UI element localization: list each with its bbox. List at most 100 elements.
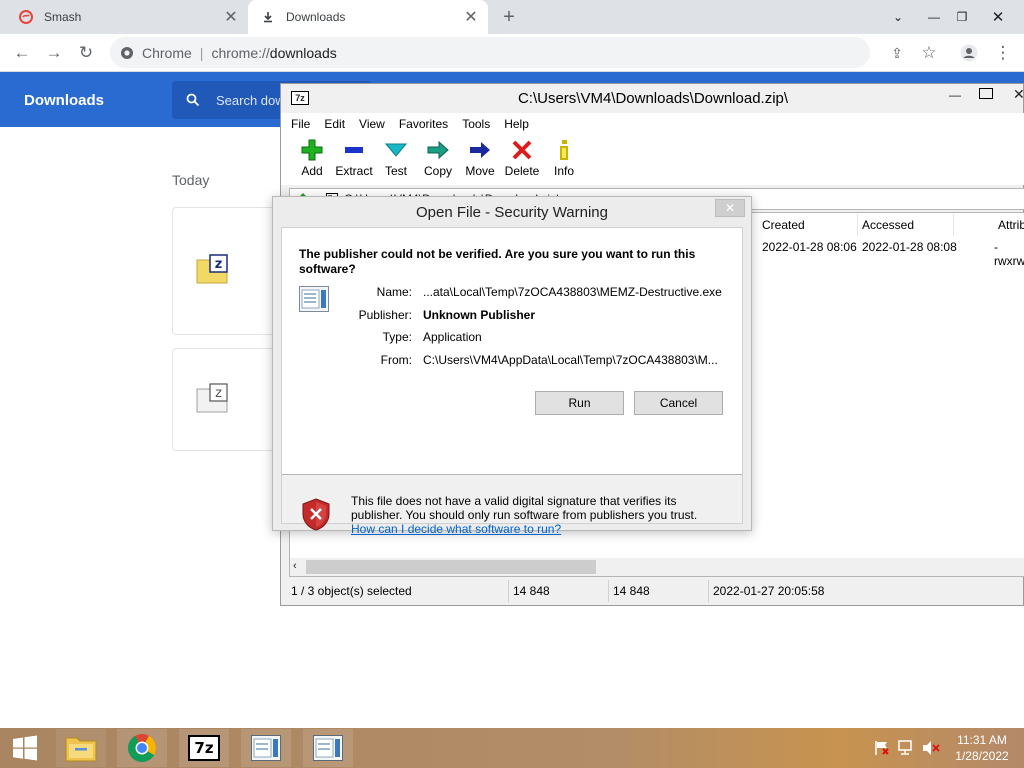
tab-strip: Smash ✕ Downloads ✕ + ⌄ — ❐ ✕	[0, 0, 1024, 34]
page-title: Downloads	[24, 92, 105, 109]
delete-icon	[510, 139, 534, 161]
volume-muted-icon[interactable]	[922, 740, 940, 756]
type-label: Type:	[382, 330, 412, 344]
scroll-left-icon[interactable]: ‹	[293, 560, 297, 572]
menu-edit[interactable]: Edit	[324, 117, 345, 131]
menu-tools[interactable]: Tools	[462, 117, 490, 131]
test-icon	[384, 139, 408, 161]
share-icon[interactable]: ⇪	[884, 40, 910, 66]
restore-button[interactable]: ❐	[946, 0, 978, 34]
back-icon[interactable]: ←	[9, 40, 35, 66]
delete-button[interactable]: Delete	[501, 135, 543, 185]
clock-date: 1/28/2022	[955, 749, 1009, 763]
help-link[interactable]: How can I decide what software to run?	[351, 522, 561, 536]
copy-icon	[426, 139, 450, 161]
date-section-label: Today	[172, 172, 210, 188]
menu-help[interactable]: Help	[504, 117, 529, 131]
tab-search-icon[interactable]: ⌄	[882, 0, 914, 34]
file-icon: z	[196, 383, 230, 413]
status-bar: 1 / 3 object(s) selected 14 848 14 848 2…	[281, 580, 1024, 602]
add-icon	[300, 139, 324, 161]
delete-label: Delete	[504, 164, 540, 178]
info-icon	[552, 139, 576, 161]
name-value: ...ata\Local\Temp\7zOCA438803\MEMZ-Destr…	[423, 285, 722, 299]
start-button[interactable]	[0, 729, 50, 767]
test-button[interactable]: Test	[375, 135, 417, 185]
exe-window-icon[interactable]	[303, 729, 353, 767]
profile-avatar-icon[interactable]	[956, 40, 982, 66]
test-label: Test	[384, 164, 407, 178]
close-button[interactable]: ✕	[1013, 86, 1024, 103]
search-icon	[186, 93, 200, 107]
address-bar[interactable]: Chrome | chrome://downloads	[110, 37, 870, 68]
close-window-button[interactable]: ✕	[982, 0, 1014, 34]
status-packed-size: 14 848	[609, 580, 709, 602]
add-button[interactable]: Add	[291, 135, 333, 185]
signature-warning-text: This file does not have a valid digital …	[351, 494, 698, 522]
column-created[interactable]: Created	[758, 214, 858, 236]
url-path: downloads	[269, 44, 337, 61]
extract-button[interactable]: Extract	[333, 135, 375, 185]
dialog-title: Open File - Security Warning	[415, 203, 608, 221]
extract-icon	[342, 139, 366, 161]
column-accessed[interactable]: Accessed	[858, 214, 954, 236]
bookmark-star-icon[interactable]: ☆	[916, 40, 942, 66]
browser-toolbar: ← → ↻ Chrome | chrome://downloads ⇪ ☆ ⋮	[0, 34, 1024, 72]
cell-attributes: -rwxrw	[994, 240, 1024, 268]
origin-chip: Chrome	[142, 44, 192, 61]
horizontal-scrollbar[interactable]: ‹	[290, 558, 1024, 576]
cell-created: 2022-01-28 08:06	[762, 240, 857, 254]
clock-time: 11:31 AM	[957, 733, 1007, 747]
tab-label: Smash	[44, 10, 82, 24]
tab-smash[interactable]: Smash ✕	[0, 0, 248, 34]
menu-favorites[interactable]: Favorites	[399, 117, 448, 131]
column-attributes[interactable]: Attrib	[994, 214, 1024, 236]
menu-bar: File Edit View Favorites Tools Help	[281, 113, 1024, 135]
run-button[interactable]: Run	[535, 391, 624, 415]
file-explorer-icon[interactable]	[56, 729, 106, 767]
forward-icon[interactable]: →	[41, 40, 67, 66]
move-button[interactable]: Move	[459, 135, 501, 185]
menu-file[interactable]: File	[291, 117, 310, 131]
close-icon[interactable]: ✕	[715, 199, 745, 217]
close-tab-icon[interactable]: ✕	[224, 9, 238, 26]
cancel-button[interactable]: Cancel	[634, 391, 723, 415]
extract-label: Extract	[335, 164, 373, 178]
exe-window-icon[interactable]	[241, 729, 291, 767]
menu-view[interactable]: View	[359, 117, 385, 131]
security-warning-dialog: Open File - Security Warning ✕ The publi…	[272, 196, 752, 536]
svg-text:z: z	[215, 386, 222, 401]
maximize-button[interactable]	[979, 88, 993, 99]
scrollbar-thumb[interactable]	[306, 560, 596, 574]
action-center-flag-icon[interactable]	[874, 740, 890, 756]
tab-downloads[interactable]: Downloads ✕	[248, 0, 488, 34]
7zip-app-icon: 7z	[291, 91, 309, 105]
search-placeholder: Search dow	[216, 92, 285, 108]
name-label: Name:	[376, 285, 412, 299]
from-value: C:\Users\VM4\AppData\Local\Temp\7zOCA438…	[423, 353, 718, 367]
download-icon	[260, 9, 276, 25]
reload-icon[interactable]: ↻	[73, 40, 99, 66]
move-icon	[468, 139, 492, 161]
system-clock[interactable]: 11:31 AM 1/28/2022	[948, 732, 1016, 764]
7zip-icon[interactable]: 7z	[179, 729, 229, 767]
status-modified: 2022-01-27 20:05:58	[713, 584, 825, 598]
type-value: Application	[423, 330, 482, 344]
menu-kebab-icon[interactable]: ⋮	[990, 40, 1016, 66]
copy-label: Copy	[423, 164, 452, 178]
new-tab-button[interactable]: +	[498, 6, 520, 28]
cell-accessed: 2022-01-28 08:08	[862, 240, 957, 254]
add-label: Add	[301, 164, 323, 178]
dialog-body: The publisher could not be verified. Are…	[281, 227, 743, 536]
info-button[interactable]: Info	[543, 135, 585, 185]
chrome-icon[interactable]	[117, 729, 167, 767]
url-scheme: chrome://	[211, 44, 270, 61]
publisher-label: Publisher:	[358, 308, 412, 322]
warning-question: The publisher could not be verified. Are…	[299, 247, 696, 276]
status-selection: 1 / 3 object(s) selected	[287, 580, 509, 602]
network-icon[interactable]	[898, 740, 916, 756]
close-tab-icon[interactable]: ✕	[464, 9, 478, 26]
copy-button[interactable]: Copy	[417, 135, 459, 185]
minimize-button[interactable]: —	[949, 88, 967, 102]
window-title: C:\Users\VM4\Downloads\Download.zip\	[517, 90, 789, 107]
